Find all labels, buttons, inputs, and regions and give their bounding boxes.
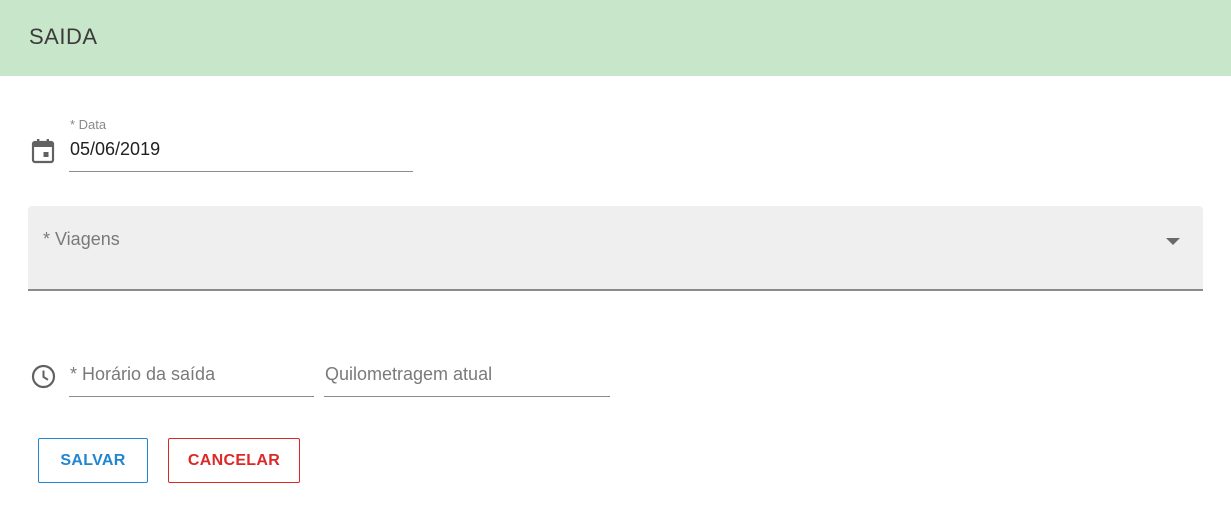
trips-select-underline — [28, 289, 1203, 291]
departure-time-underline — [69, 396, 314, 397]
clock-icon[interactable] — [31, 364, 56, 389]
trips-select[interactable] — [28, 206, 1203, 290]
current-mileage-field[interactable] — [325, 364, 605, 385]
trips-select-placeholder: * Viagens — [43, 229, 120, 249]
cancel-button[interactable]: CANCELAR — [168, 438, 300, 483]
date-label: * Data — [70, 117, 107, 132]
current-mileage-underline — [324, 396, 610, 397]
date-field[interactable] — [70, 139, 410, 160]
page-title: SAIDA — [29, 24, 98, 49]
date-underline — [69, 171, 413, 172]
departure-time-field[interactable] — [70, 364, 310, 385]
header-bar: SAIDA — [0, 0, 1231, 76]
save-button[interactable]: SALVAR — [38, 438, 148, 483]
dropdown-arrow-icon[interactable] — [1166, 238, 1180, 245]
page: SAIDA * Data * Viagens SALVAR CANCELAR — [0, 0, 1231, 523]
calendar-icon[interactable] — [31, 138, 55, 164]
